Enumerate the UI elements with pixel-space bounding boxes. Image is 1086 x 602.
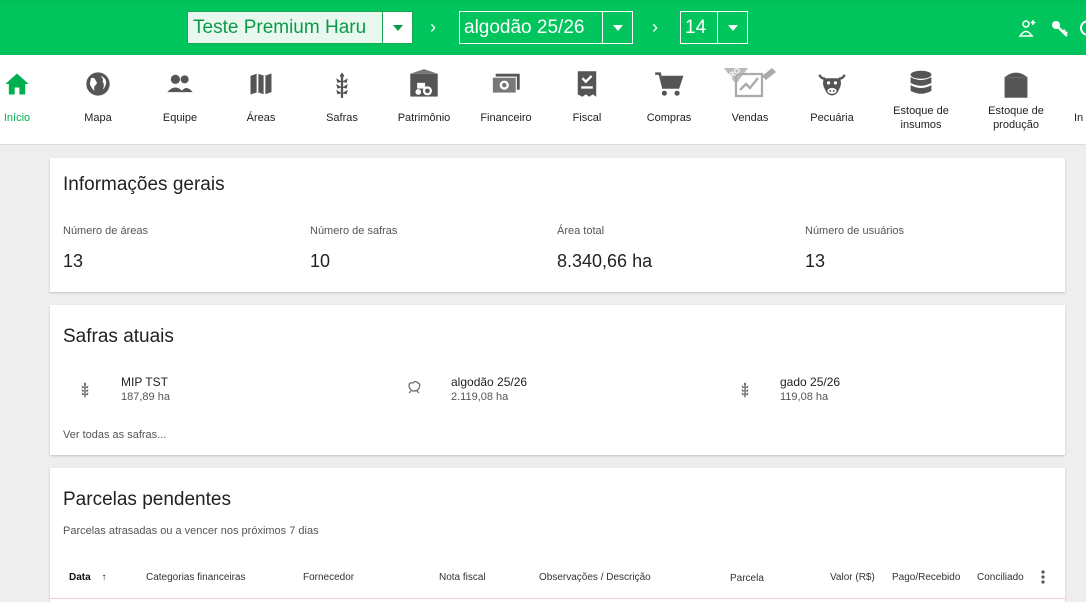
wheat-icon [738, 380, 752, 403]
see-all-safras-link[interactable]: Ver todas as safras... [63, 429, 166, 441]
people-icon [160, 68, 200, 100]
tractor-icon [404, 68, 444, 100]
breadcrumb-separator: › [430, 17, 436, 37]
nav-compras[interactable]: Compras [643, 55, 695, 145]
nav-areas[interactable]: Áreas [235, 55, 287, 145]
column-header-observacoes[interactable]: Observações / Descrição [539, 572, 651, 583]
module-nav-bar: Início Mapa Equipe Áreas Safras Patrimôn… [0, 55, 1086, 145]
card-title: Parcelas pendentes [63, 489, 231, 510]
chevron-down-icon [392, 24, 403, 31]
chevron-down-icon [612, 24, 623, 31]
farm-selector-value: Teste Premium Haru [193, 17, 367, 38]
number-selector[interactable]: 14 [680, 11, 748, 44]
column-header-parcela[interactable]: Parcela [730, 573, 764, 584]
nav-label: Pecuária [810, 112, 854, 124]
breadcrumb-separator: › [652, 17, 658, 37]
stat-label: Número de áreas [63, 225, 148, 237]
invoice-icon [567, 68, 607, 100]
column-header-pago-recebido[interactable]: Pago/Recebido [892, 572, 960, 583]
database-icon [901, 68, 941, 100]
chevron-down-icon [727, 24, 738, 31]
safra-selector[interactable]: algodão 25/26 [459, 11, 633, 44]
nav-inicio[interactable]: Início [0, 55, 34, 145]
pending-installments-card: Parcelas pendentes Parcelas atrasadas ou… [50, 468, 1065, 602]
table-divider [50, 598, 1065, 599]
wheat-icon [322, 68, 362, 100]
nav-safras[interactable]: Safras [316, 55, 368, 145]
nav-fiscal[interactable]: Fiscal [561, 55, 613, 145]
more-icon [1074, 68, 1086, 100]
nav-label: Fiscal [572, 112, 602, 124]
farm-selector[interactable]: Teste Premium Haru [187, 11, 413, 44]
general-info-card: Informações gerais Número de áreas 13 Nú… [50, 158, 1065, 292]
nav-equipe[interactable]: Equipe [154, 55, 206, 145]
nav-label: Vendas [731, 112, 769, 124]
money-icon [486, 68, 526, 100]
current-safras-card: Safras atuais MIP TST 187,89 ha algodão … [50, 305, 1065, 455]
stat-value: 8.340,66 ha [557, 251, 653, 271]
top-bar: Teste Premium Haru › algodão 25/26 › 14 [0, 0, 1086, 55]
nav-label: Compras [646, 112, 692, 124]
column-header-fornecedor[interactable]: Fornecedor [303, 572, 354, 583]
column-header-valor[interactable]: Valor (R$) [830, 572, 875, 583]
nav-label: Safras [326, 112, 358, 124]
nav-pecuaria[interactable]: Pecuária [806, 55, 858, 145]
nav-label: Mapa [84, 112, 112, 124]
card-title: Safras atuais [63, 326, 174, 347]
silo-icon [996, 68, 1036, 100]
safra-area: 187,89 ha [121, 391, 170, 403]
safra-area: 2.119,08 ha [451, 391, 509, 403]
nav-label: In [1074, 112, 1084, 124]
nav-vendas[interactable]: PRO Vendas [711, 55, 789, 145]
stat-value: 10 [310, 251, 331, 271]
column-header-conciliado[interactable]: Conciliado [977, 572, 1024, 583]
wheat-icon [78, 380, 92, 403]
sales-icon: PRO [720, 66, 780, 100]
nav-label: Patrimônio [397, 112, 451, 124]
number-selector-value: 14 [685, 17, 707, 38]
account-icon[interactable] [1078, 17, 1086, 44]
nav-label: Estoque de insumos [893, 105, 949, 131]
nav-estoque-insumos[interactable]: Estoque de insumos [885, 55, 957, 145]
nav-label: Início [3, 112, 31, 124]
stat-label: Área total [557, 225, 605, 237]
sort-arrow-icon: ↑ [101, 572, 107, 583]
card-subtitle: Parcelas atrasadas ou a vencer nos próxi… [63, 525, 319, 537]
safra-name: algodão 25/26 [451, 375, 528, 389]
stat-label: Número de usuários [805, 225, 905, 237]
number-dropdown-button[interactable] [717, 12, 747, 43]
stat-label: Número de safras [310, 225, 398, 237]
card-title: Informações gerais [63, 174, 225, 195]
nav-label: Áreas [246, 112, 276, 124]
cow-icon [812, 68, 852, 100]
safra-name: MIP TST [121, 375, 168, 389]
column-header-nota-fiscal[interactable]: Nota fiscal [439, 572, 486, 583]
key-icon[interactable] [1049, 17, 1071, 44]
nav-financeiro[interactable]: Financeiro [476, 55, 536, 145]
cart-icon [649, 68, 689, 100]
safra-name: gado 25/26 [780, 375, 841, 389]
more-vert-icon[interactable] [1040, 569, 1046, 590]
user-plus-icon[interactable] [1017, 17, 1039, 44]
stat-value: 13 [805, 251, 826, 271]
home-icon [0, 68, 37, 100]
cotton-icon [406, 380, 422, 399]
nav-patrimonio[interactable]: Patrimônio [394, 55, 454, 145]
map-icon [241, 68, 281, 100]
nav-mapa[interactable]: Mapa [72, 55, 124, 145]
globe-icon [78, 68, 118, 100]
column-header-categorias[interactable]: Categorias financeiras [146, 572, 246, 583]
column-header-data[interactable]: Data ↑ [69, 572, 106, 583]
stat-value: 13 [63, 251, 84, 271]
farm-dropdown-button[interactable] [382, 12, 412, 43]
nav-label: Financeiro [480, 112, 532, 124]
safra-selector-value: algodão 25/26 [464, 17, 585, 38]
safra-dropdown-button[interactable] [602, 12, 632, 43]
nav-estoque-producao[interactable]: Estoque de produção [980, 55, 1052, 145]
safra-area: 119,08 ha [780, 391, 829, 403]
nav-more[interactable]: In [1074, 55, 1086, 145]
nav-label: Equipe [162, 112, 198, 124]
nav-label: Estoque de produção [988, 105, 1044, 131]
